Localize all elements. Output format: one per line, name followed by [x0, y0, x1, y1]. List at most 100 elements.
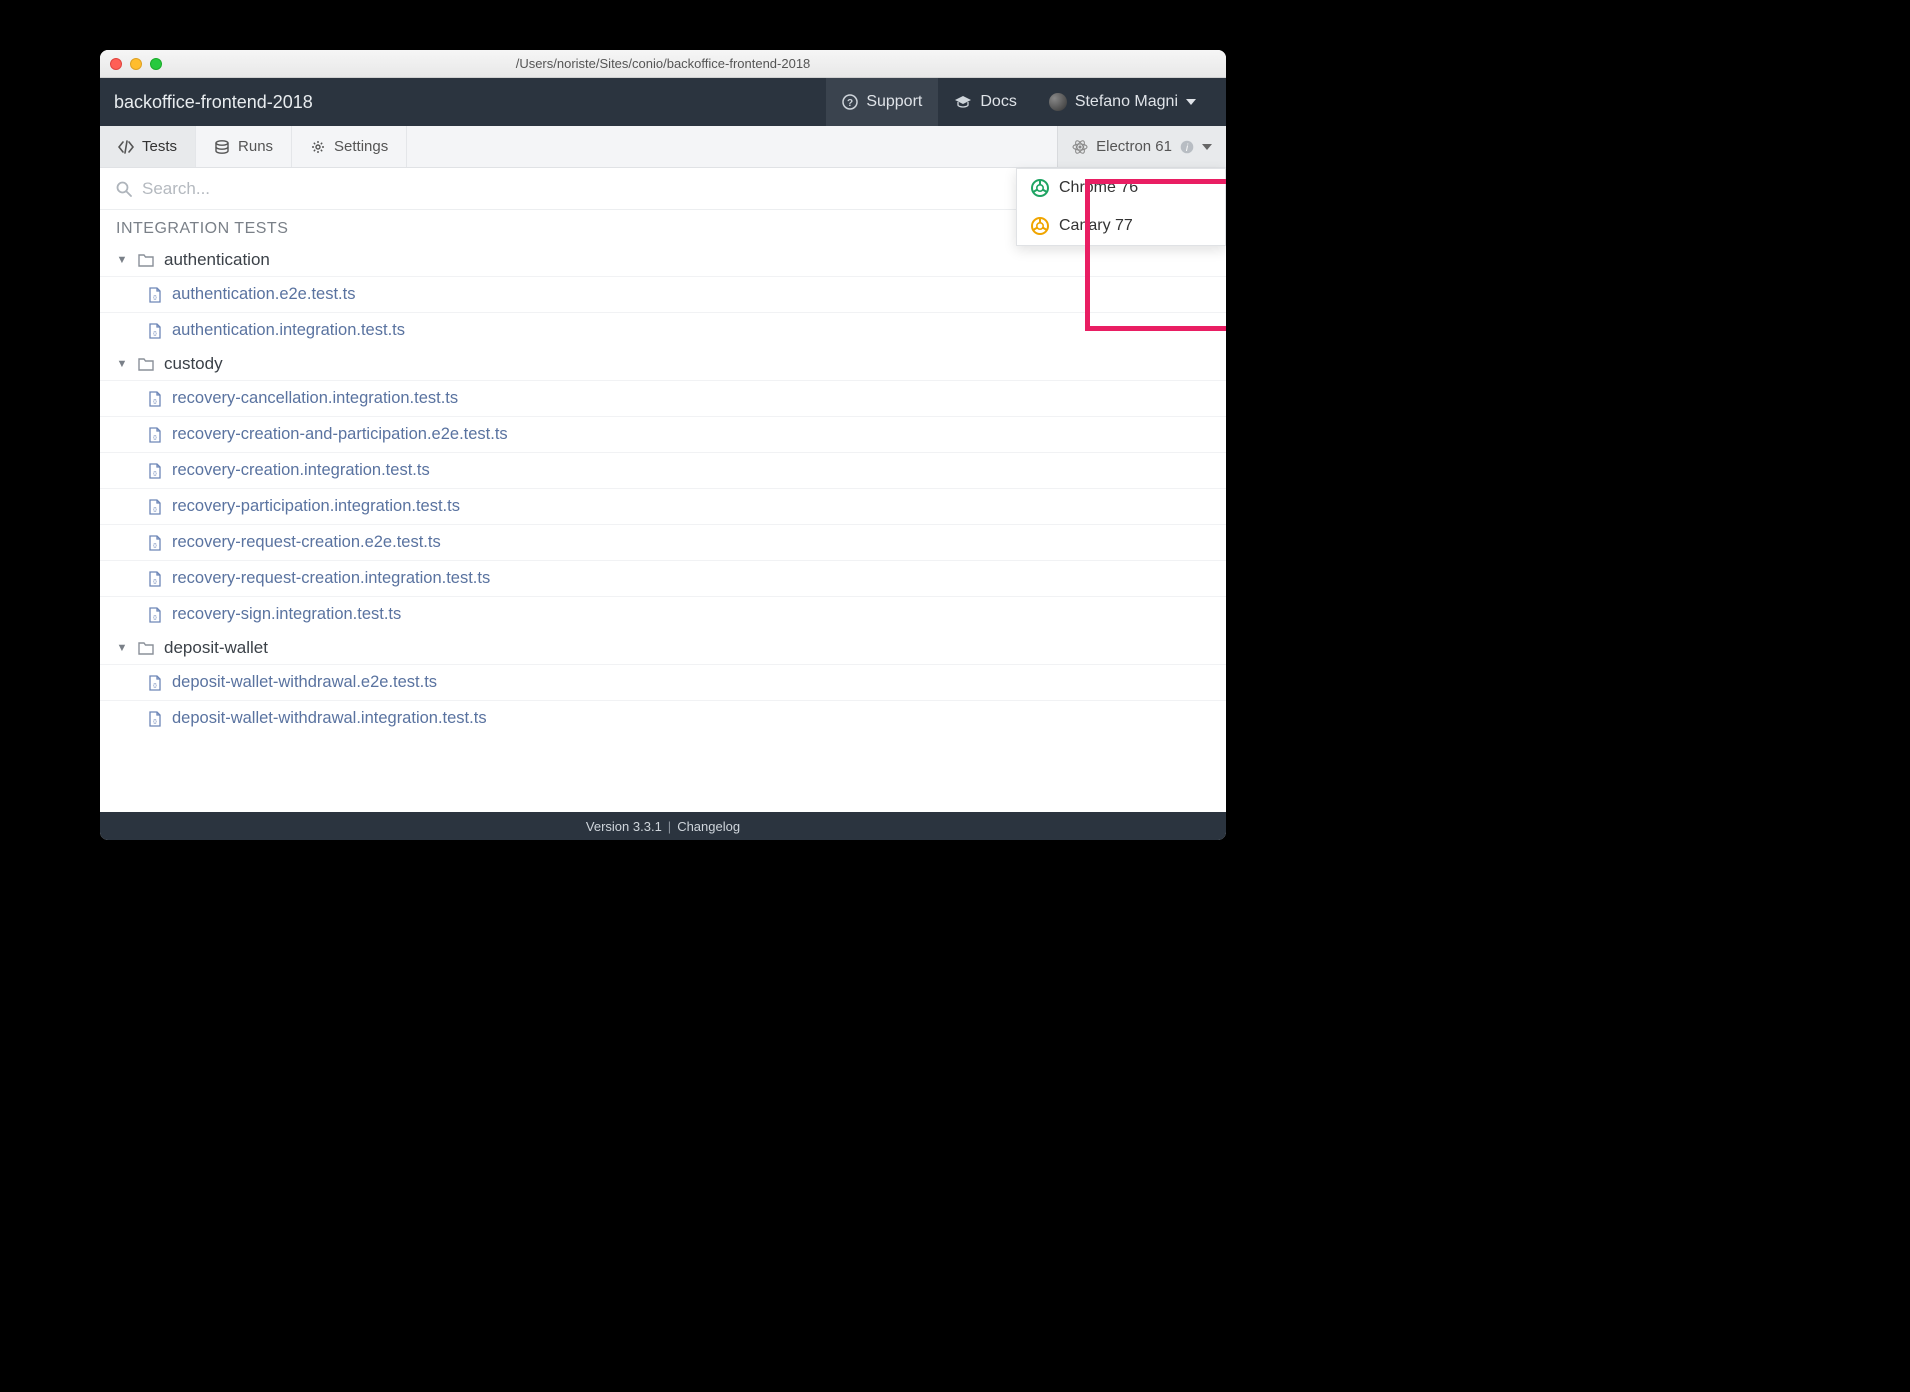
graduation-cap-icon	[954, 95, 972, 109]
tab-settings[interactable]: Settings	[292, 126, 407, 167]
test-file[interactable]: {} deposit-wallet-withdrawal.e2e.test.ts	[100, 664, 1226, 700]
folder-icon	[138, 641, 154, 655]
svg-text:{}: {}	[153, 471, 157, 477]
docs-label: Docs	[980, 93, 1016, 111]
docs-button[interactable]: Docs	[938, 78, 1032, 126]
search-icon	[116, 181, 132, 197]
support-label: Support	[866, 93, 922, 111]
support-button[interactable]: ? Support	[826, 78, 938, 126]
browser-option[interactable]: Canary 77	[1017, 207, 1225, 245]
file-name: recovery-sign.integration.test.ts	[172, 605, 401, 624]
file-name: deposit-wallet-withdrawal.e2e.test.ts	[172, 673, 437, 692]
file-icon: {}	[148, 463, 162, 479]
test-file[interactable]: {} deposit-wallet-withdrawal.integration.…	[100, 700, 1226, 736]
chrome-icon	[1031, 217, 1049, 235]
file-name: authentication.integration.test.ts	[172, 321, 405, 340]
project-name: backoffice-frontend-2018	[114, 92, 313, 113]
version-label: Version 3.3.1	[586, 819, 662, 834]
app-header: backoffice-frontend-2018 ? Support Docs …	[100, 78, 1226, 126]
chevron-down-icon	[1186, 99, 1196, 105]
file-icon: {}	[148, 711, 162, 727]
browser-option-label: Chrome 76	[1059, 179, 1138, 197]
window-close-button[interactable]	[110, 58, 122, 70]
tab-runs[interactable]: Runs	[196, 126, 292, 167]
folder-row[interactable]: ▼ deposit-wallet	[100, 632, 1226, 664]
traffic-lights	[110, 58, 162, 70]
gear-icon	[310, 139, 326, 155]
file-icon: {}	[148, 607, 162, 623]
electron-icon	[1072, 139, 1088, 155]
svg-text:{}: {}	[153, 331, 157, 337]
folder-row[interactable]: ▼ custody	[100, 348, 1226, 380]
avatar-icon	[1049, 93, 1067, 111]
tab-tests[interactable]: Tests	[100, 126, 196, 167]
folder-icon	[138, 253, 154, 267]
app-window: /Users/noriste/Sites/conio/backoffice-fr…	[100, 50, 1226, 840]
svg-text:{}: {}	[153, 543, 157, 549]
database-icon	[214, 139, 230, 155]
browser-selector[interactable]: Electron 61 i	[1057, 126, 1226, 167]
window-minimize-button[interactable]	[130, 58, 142, 70]
svg-text:{}: {}	[153, 295, 157, 301]
file-name: authentication.e2e.test.ts	[172, 285, 355, 304]
file-name: deposit-wallet-withdrawal.integration.te…	[172, 709, 487, 728]
test-list[interactable]: INTEGRATION TESTS ▼authentication{}authe…	[100, 210, 1226, 812]
test-file[interactable]: {} recovery-participation.integration.tes…	[100, 488, 1226, 524]
tab-tests-label: Tests	[142, 138, 177, 155]
file-icon: {}	[148, 535, 162, 551]
user-menu[interactable]: Stefano Magni	[1033, 78, 1212, 126]
svg-text:{}: {}	[153, 719, 157, 725]
code-icon	[118, 139, 134, 155]
info-icon: i	[1180, 140, 1194, 154]
svg-text:{}: {}	[153, 683, 157, 689]
file-name: recovery-request-creation.e2e.test.ts	[172, 533, 441, 552]
titlebar: /Users/noriste/Sites/conio/backoffice-fr…	[100, 50, 1226, 78]
test-file[interactable]: {} recovery-cancellation.integration.test…	[100, 380, 1226, 416]
file-name: recovery-creation-and-participation.e2e.…	[172, 425, 508, 444]
test-file[interactable]: {} recovery-creation.integration.test.ts	[100, 452, 1226, 488]
folder-row[interactable]: ▼ authentication	[100, 244, 1226, 276]
test-file[interactable]: {} recovery-request-creation.integration.…	[100, 560, 1226, 596]
browser-dropdown: Chrome 76 Canary 77	[1016, 168, 1226, 246]
changelog-link[interactable]: Changelog	[677, 819, 740, 834]
test-file[interactable]: {} recovery-request-creation.e2e.test.ts	[100, 524, 1226, 560]
test-file[interactable]: {} authentication.e2e.test.ts	[100, 276, 1226, 312]
tab-bar: Tests Runs Settings Electron 61 i Chrome…	[100, 126, 1226, 168]
file-icon: {}	[148, 571, 162, 587]
svg-text:{}: {}	[153, 579, 157, 585]
folder-label: custody	[164, 354, 223, 374]
file-name: recovery-request-creation.integration.te…	[172, 569, 490, 588]
browser-option[interactable]: Chrome 76	[1017, 169, 1225, 207]
browser-selected-label: Electron 61	[1096, 138, 1172, 155]
browser-option-label: Canary 77	[1059, 217, 1133, 235]
chevron-down-icon: ▼	[116, 642, 128, 654]
window-zoom-button[interactable]	[150, 58, 162, 70]
chevron-down-icon: ▼	[116, 254, 128, 266]
test-file[interactable]: {} recovery-sign.integration.test.ts	[100, 596, 1226, 632]
help-icon: ?	[842, 94, 858, 110]
chevron-down-icon	[1202, 144, 1212, 150]
tab-runs-label: Runs	[238, 138, 273, 155]
file-icon: {}	[148, 499, 162, 515]
file-icon: {}	[148, 675, 162, 691]
chrome-icon	[1031, 179, 1049, 197]
svg-text:{}: {}	[153, 435, 157, 441]
file-name: recovery-cancellation.integration.test.t…	[172, 389, 458, 408]
folder-icon	[138, 357, 154, 371]
folder-label: authentication	[164, 250, 270, 270]
window-title: /Users/noriste/Sites/conio/backoffice-fr…	[100, 56, 1226, 71]
file-icon: {}	[148, 287, 162, 303]
file-icon: {}	[148, 323, 162, 339]
footer: Version 3.3.1 | Changelog	[100, 812, 1226, 840]
svg-text:{}: {}	[153, 615, 157, 621]
svg-text:{}: {}	[153, 507, 157, 513]
chevron-down-icon: ▼	[116, 358, 128, 370]
file-icon: {}	[148, 427, 162, 443]
file-name: recovery-creation.integration.test.ts	[172, 461, 430, 480]
file-name: recovery-participation.integration.test.…	[172, 497, 460, 516]
test-file[interactable]: {} authentication.integration.test.ts	[100, 312, 1226, 348]
svg-text:{}: {}	[153, 399, 157, 405]
test-file[interactable]: {} recovery-creation-and-participation.e2…	[100, 416, 1226, 452]
folder-label: deposit-wallet	[164, 638, 268, 658]
tab-settings-label: Settings	[334, 138, 388, 155]
